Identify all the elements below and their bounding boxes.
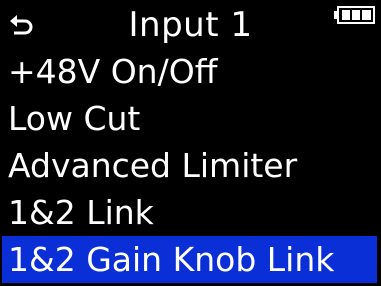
menu-item-48v-on-off[interactable]: +48V On/Off <box>0 48 381 95</box>
header: Input 1 <box>0 0 381 54</box>
menu-item-low-cut[interactable]: Low Cut <box>0 95 381 142</box>
menu-item-1-2-link[interactable]: 1&2 Link <box>0 189 381 236</box>
menu-item-advanced-limiter[interactable]: Advanced Limiter <box>0 142 381 189</box>
page-title: Input 1 <box>128 5 253 45</box>
menu-item-1-2-gain-knob-link[interactable]: 1&2 Gain Knob Link <box>2 236 377 283</box>
menu-list: +48V On/Off Low Cut Advanced Limiter 1&2… <box>0 48 381 283</box>
device-screen: Input 1 +48V On/Off Low Cut Advanced Lim… <box>0 0 381 286</box>
battery-full-icon <box>334 6 375 24</box>
